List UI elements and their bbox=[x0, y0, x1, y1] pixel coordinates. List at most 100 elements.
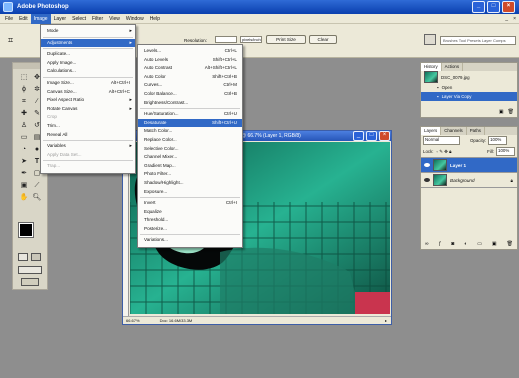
doc-window-minimize-button[interactable]: _ bbox=[353, 131, 364, 141]
menu-item-auto-contrast[interactable]: Auto Contrast Alt+Shift+Ctrl+L bbox=[138, 64, 242, 73]
menu-item-threshold[interactable]: Threshold... bbox=[138, 216, 242, 225]
minimize-button[interactable]: _ bbox=[472, 1, 485, 13]
resolution-unit-select[interactable]: pixels/inch bbox=[240, 36, 262, 43]
maximize-button[interactable]: □ bbox=[487, 1, 500, 13]
menu-help[interactable]: Help bbox=[147, 14, 163, 24]
crop-tool-small-icon[interactable]: ⌗ bbox=[18, 96, 30, 107]
menu-item-reveal-all[interactable]: Reveal All bbox=[41, 131, 135, 140]
healing-brush-tool-icon[interactable]: ✚ bbox=[18, 108, 30, 119]
resolution-field[interactable] bbox=[215, 36, 237, 43]
menu-item-match-color[interactable]: Match Color... bbox=[138, 127, 242, 136]
menu-item-channel-mixer[interactable]: Channel Mixer... bbox=[138, 153, 242, 162]
menu-item-shadow-highlight[interactable]: Shadow/Highlight... bbox=[138, 179, 242, 188]
palette-well-tabs[interactable]: Brushes Tool Presets Layer Comps bbox=[440, 36, 516, 45]
menu-item-brightness-contrast[interactable]: Brightness/Contrast... bbox=[138, 99, 242, 108]
print-size-button[interactable]: Print Size bbox=[266, 35, 306, 44]
tab-layers[interactable]: Layers bbox=[421, 127, 442, 135]
visibility-eye-icon[interactable] bbox=[424, 163, 430, 167]
menu-item-auto-color[interactable]: Auto Color Shift+Ctrl+B bbox=[138, 73, 242, 82]
menu-item-mode[interactable]: Mode ▸ bbox=[41, 27, 135, 36]
history-state-open[interactable]: ▪ Open bbox=[421, 83, 517, 92]
blur-tool-icon[interactable]: ◔ bbox=[18, 144, 30, 155]
menu-item-color-balance[interactable]: Color Balance... Ctrl+B bbox=[138, 90, 242, 99]
new-layer-icon[interactable]: ▣ bbox=[492, 241, 497, 247]
doc-minimize-icon[interactable]: _ bbox=[503, 14, 510, 24]
delete-state-icon[interactable]: 🗑︎ bbox=[508, 109, 514, 115]
menu-window[interactable]: Window bbox=[123, 14, 147, 24]
standard-mode-icon[interactable] bbox=[18, 253, 28, 261]
menu-item-calculations[interactable]: Calculations... bbox=[41, 67, 135, 76]
menu-select[interactable]: Select bbox=[69, 14, 89, 24]
blend-mode-select[interactable]: Normal bbox=[423, 136, 460, 145]
close-button[interactable]: × bbox=[502, 1, 515, 13]
menu-item-photo-filter[interactable]: Photo Filter... bbox=[138, 170, 242, 179]
doc-window-close-button[interactable]: × bbox=[379, 131, 390, 141]
screen-mode-icon[interactable] bbox=[18, 266, 42, 274]
menu-layer[interactable]: Layer bbox=[51, 14, 70, 24]
zoom-level[interactable]: 66.67% bbox=[126, 318, 140, 323]
menu-item-posterize[interactable]: Posterize... bbox=[138, 225, 242, 234]
menu-item-duplicate[interactable]: Duplicate... bbox=[41, 50, 135, 59]
foreground-color-swatch[interactable] bbox=[18, 222, 34, 238]
menu-item-hue-saturation[interactable]: Hue/Saturation... Ctrl+U bbox=[138, 110, 242, 119]
menu-file[interactable]: File bbox=[2, 14, 16, 24]
history-state-layer-via-copy[interactable]: ▪ Layer Via Copy bbox=[421, 92, 517, 101]
menu-image[interactable]: Image bbox=[30, 13, 51, 24]
doc-window-maximize-button[interactable]: □ bbox=[366, 131, 377, 141]
layer-style-icon[interactable]: ƒ bbox=[439, 241, 442, 247]
tab-actions[interactable]: Actions bbox=[442, 63, 464, 71]
eraser-tool-icon[interactable]: ▭ bbox=[18, 132, 30, 143]
marquee-tool-icon[interactable]: ⬚ bbox=[18, 72, 30, 83]
menu-item-adjustments[interactable]: Adjustments ▸ bbox=[41, 38, 135, 48]
menu-item-canvas-size[interactable]: Canvas Size... Alt+Ctrl+C bbox=[41, 88, 135, 97]
clear-button[interactable]: Clear bbox=[309, 35, 337, 44]
quick-mask-mode-icon[interactable] bbox=[31, 253, 41, 261]
lock-icons[interactable]: ▫ ✎ ✥ 🔒︎ bbox=[437, 149, 452, 155]
menu-item-equalize[interactable]: Equalize bbox=[138, 208, 242, 217]
status-arrow-icon[interactable]: ▸ bbox=[385, 318, 387, 323]
layer-row-layer-1[interactable]: Layer 1 bbox=[421, 157, 517, 172]
fill-field[interactable]: 100% bbox=[496, 147, 515, 156]
menu-item-variations[interactable]: Variations... bbox=[138, 236, 242, 245]
layer-mask-icon[interactable]: ◙ bbox=[451, 241, 454, 247]
menu-item-image-size[interactable]: Image Size... Alt+Ctrl+I bbox=[41, 79, 135, 88]
menu-item-trim[interactable]: Trim... bbox=[41, 122, 135, 131]
doc-close-icon[interactable]: × bbox=[510, 14, 519, 24]
pen-tool-icon[interactable]: ✒ bbox=[18, 168, 30, 179]
menu-item-replace-color[interactable]: Replace Color... bbox=[138, 136, 242, 145]
lasso-tool-icon[interactable]: ϕ bbox=[18, 84, 30, 95]
menu-view[interactable]: View bbox=[106, 14, 123, 24]
path-selection-tool-icon[interactable]: ➤ bbox=[18, 156, 30, 167]
clone-stamp-tool-icon[interactable]: ♙ bbox=[18, 120, 30, 131]
menu-item-levels[interactable]: Levels... Ctrl+L bbox=[138, 47, 242, 56]
tab-channels[interactable]: Channels bbox=[441, 127, 467, 135]
opacity-field[interactable]: 100% bbox=[488, 136, 508, 145]
menu-item-variables[interactable]: Variables ▸ bbox=[41, 142, 135, 151]
new-snapshot-icon[interactable]: ▣ bbox=[499, 109, 504, 115]
menu-item-pixel-aspect-ratio[interactable]: Pixel Aspect Ratio ▸ bbox=[41, 96, 135, 105]
menu-item-selective-color[interactable]: Selective Color... bbox=[138, 145, 242, 154]
layer-row-background[interactable]: Background 🔒︎ bbox=[421, 172, 517, 188]
menu-item-exposure[interactable]: Exposure... bbox=[138, 188, 242, 197]
menu-item-auto-levels[interactable]: Auto Levels Shift+Ctrl+L bbox=[138, 56, 242, 65]
delete-layer-icon[interactable]: 🗑︎ bbox=[507, 241, 513, 247]
tab-history[interactable]: History bbox=[421, 63, 442, 71]
imageready-icon[interactable] bbox=[21, 278, 39, 286]
zoom-tool-icon[interactable]: 🔍︎ bbox=[31, 192, 43, 203]
menu-item-gradient-map[interactable]: Gradient Map... bbox=[138, 162, 242, 171]
crop-tool-icon[interactable]: ⌗ bbox=[8, 34, 22, 46]
menu-edit[interactable]: Edit bbox=[16, 14, 31, 24]
hand-tool-icon[interactable]: ✋ bbox=[18, 192, 30, 203]
tab-paths[interactable]: Paths bbox=[467, 127, 485, 135]
menu-item-curves[interactable]: Curves... Ctrl+M bbox=[138, 81, 242, 90]
new-group-icon[interactable]: ▭ bbox=[477, 241, 482, 247]
menu-item-apply-image[interactable]: Apply Image... bbox=[41, 59, 135, 68]
history-snapshot-row[interactable]: DSC_0079.jpg bbox=[421, 71, 517, 83]
menu-filter[interactable]: Filter bbox=[89, 14, 106, 24]
visibility-eye-icon[interactable] bbox=[424, 178, 430, 182]
eyedropper-tool-icon[interactable]: ⟋ bbox=[31, 180, 43, 191]
menu-item-rotate-canvas[interactable]: Rotate Canvas ▸ bbox=[41, 105, 135, 114]
new-adjustment-layer-icon[interactable]: ◐ bbox=[464, 241, 467, 247]
menu-item-invert[interactable]: Invert Ctrl+I bbox=[138, 199, 242, 208]
palette-well-icon[interactable] bbox=[424, 34, 436, 45]
